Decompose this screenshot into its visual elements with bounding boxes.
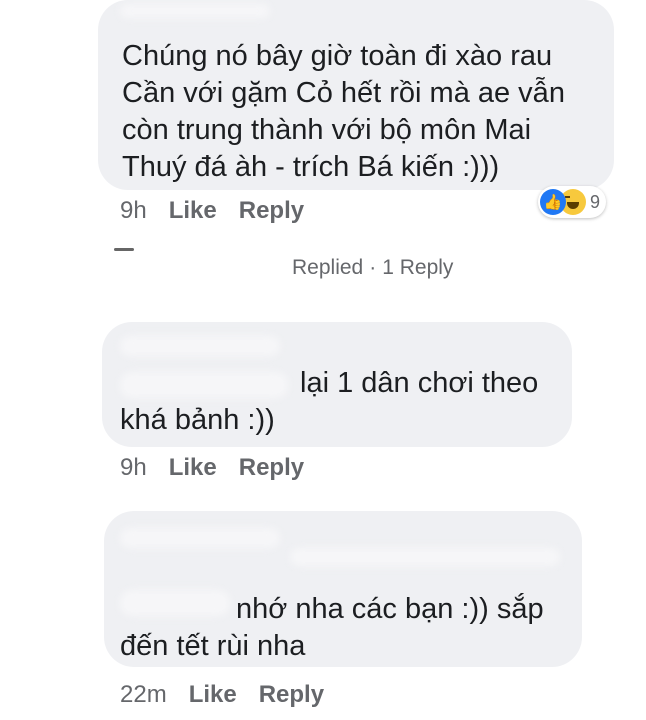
comment-time-3: 22m	[120, 681, 167, 708]
comment-text-1: Chúng nó bây giờ toàn đi xào rau Cần với…	[122, 38, 565, 186]
comment-1-line-2: Cần với gặm Cỏ hết rồi mà ae vẫn	[122, 77, 565, 109]
separator-dot: ·	[369, 256, 377, 279]
comment-1-line-3: còn trung thành với bộ môn Mai	[122, 114, 532, 146]
redacted-extra-3	[290, 548, 560, 566]
comment-time-1: 9h	[120, 197, 147, 224]
thread-line	[114, 248, 134, 251]
reply-button-3[interactable]: Reply	[259, 681, 324, 709]
like-button-2[interactable]: Like	[169, 454, 217, 482]
redacted-name-1	[120, 4, 270, 18]
replied-indicator[interactable]: Replied · 1 Reply	[292, 256, 453, 280]
comment-actions-2: 9h Like Reply	[120, 454, 304, 482]
comment-1-line-4: Thuý đá àh - trích Bá kiến :)))	[122, 151, 500, 183]
comment-2-line-1: lại 1 dân chơi theo	[300, 367, 539, 399]
comment-time-2: 9h	[120, 454, 147, 481]
redacted-name-3	[120, 528, 280, 548]
like-button-3[interactable]: Like	[189, 681, 237, 709]
comment-text-2b: khá bảnh :))	[120, 402, 275, 439]
comment-text-3b: đến tết rùi nha	[120, 628, 305, 665]
reply-button-1[interactable]: Reply	[239, 197, 304, 225]
comment-3-line-1: nhớ nha các bạn :)) sắp	[236, 593, 544, 625]
redacted-name-2	[120, 336, 280, 356]
reply-count-link[interactable]: 1 Reply	[382, 256, 453, 279]
comment-3-line-2: đến tết rùi nha	[120, 630, 306, 662]
redacted-mention-2	[120, 372, 288, 398]
like-reaction-icon: 👍	[540, 189, 566, 215]
comment-1-line-1: Chúng nó bây giờ toàn đi xào rau	[122, 40, 553, 72]
like-button-1[interactable]: Like	[169, 197, 217, 225]
reaction-count: 9	[590, 191, 601, 212]
comment-2-line-2: khá bảnh :))	[120, 404, 275, 436]
reply-button-2[interactable]: Reply	[239, 454, 304, 482]
redacted-mention-3	[120, 590, 230, 616]
replied-label: Replied	[292, 256, 364, 279]
comment-actions-3: 22m Like Reply	[120, 681, 324, 709]
comment-text-2: lại 1 dân chơi theo	[300, 365, 538, 402]
comment-actions-1: 9h Like Reply	[120, 197, 304, 225]
reaction-summary[interactable]: 👍 9	[538, 186, 607, 218]
comment-text-3: nhớ nha các bạn :)) sắp	[236, 591, 544, 628]
